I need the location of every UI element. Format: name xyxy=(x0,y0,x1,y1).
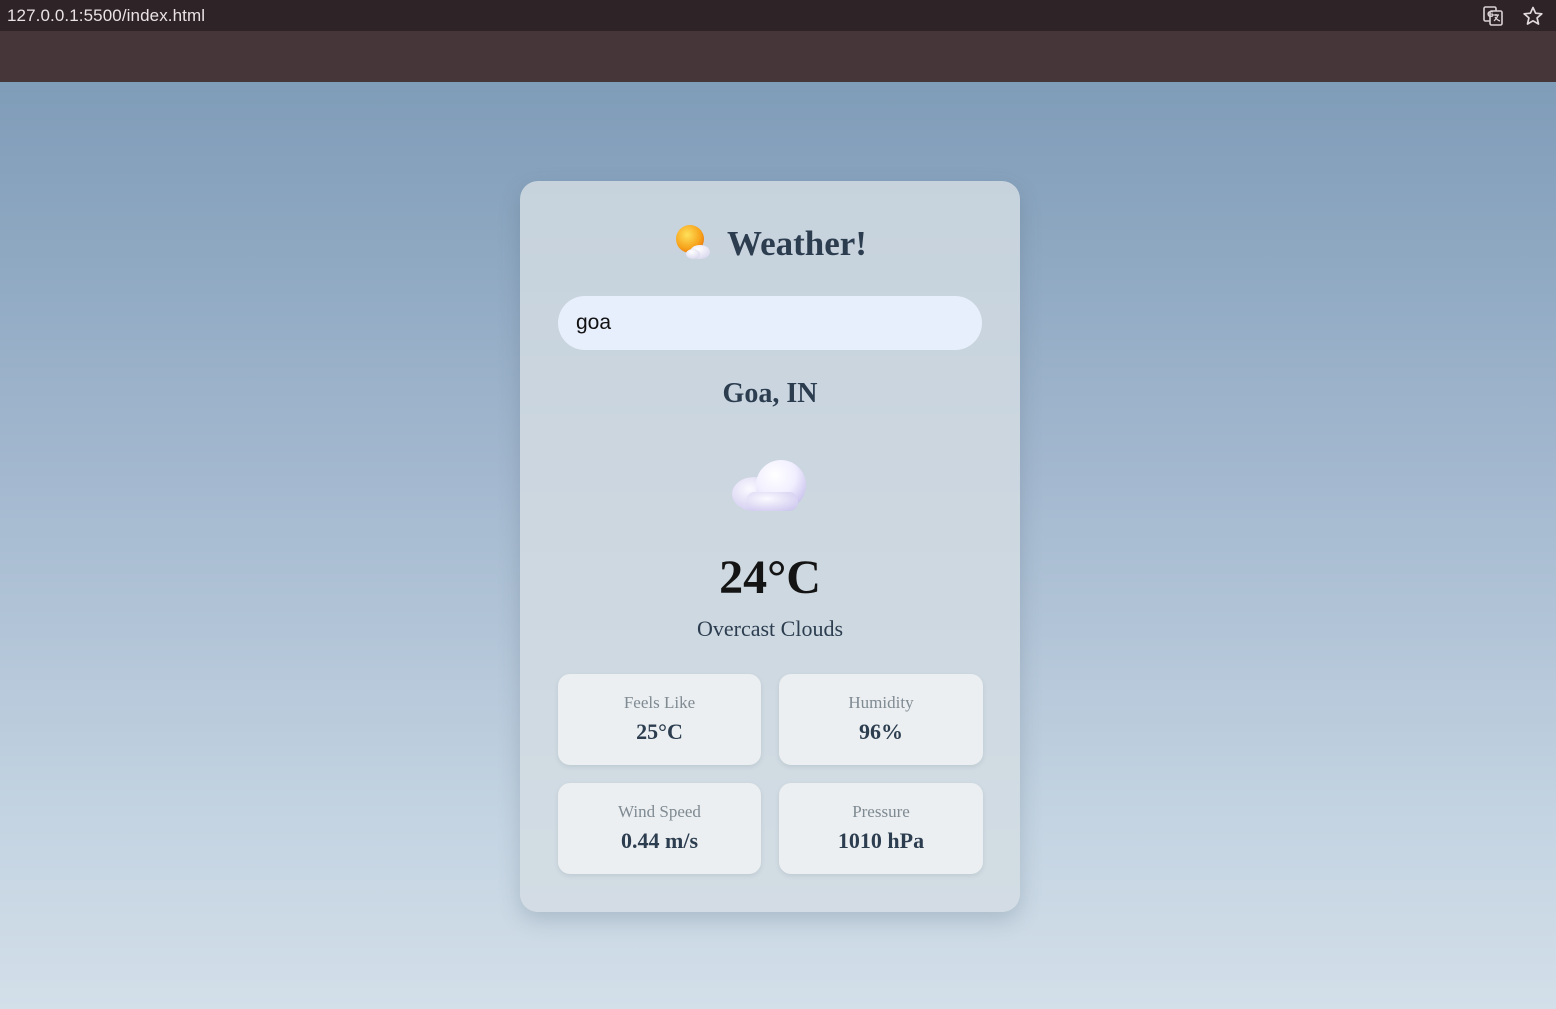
browser-toolbar xyxy=(0,31,1556,82)
humidity-card: Humidity 96% xyxy=(779,674,983,765)
url-text[interactable]: 127.0.0.1:5500/index.html xyxy=(7,6,205,26)
app-header: Weather! xyxy=(520,221,1020,267)
stat-label: Pressure xyxy=(852,802,910,821)
pressure-card: Pressure 1010 hPa xyxy=(779,783,983,874)
sun-behind-cloud-icon xyxy=(673,222,713,267)
temperature-value: 24°C xyxy=(719,551,821,604)
browser-actions: G xyxy=(1482,5,1544,27)
stat-value: 1010 hPa xyxy=(837,828,925,853)
stat-label: Wind Speed xyxy=(618,802,701,821)
stat-value: 96% xyxy=(859,719,903,744)
browser-address-bar: 127.0.0.1:5500/index.html G xyxy=(0,0,1556,31)
location-name: Goa, IN xyxy=(722,378,818,409)
page-viewport: Weather! Goa, IN xyxy=(0,82,1556,1009)
translate-icon[interactable]: G xyxy=(1482,5,1504,27)
feels-like-card: Feels Like 25°C xyxy=(558,674,761,765)
stat-value: 0.44 m/s xyxy=(621,828,698,853)
bookmark-star-icon[interactable] xyxy=(1522,5,1544,27)
stat-label: Humidity xyxy=(848,693,914,712)
weather-card: Weather! Goa, IN xyxy=(520,181,1020,912)
city-search-input[interactable] xyxy=(558,296,982,350)
stat-label: Feels Like xyxy=(623,693,696,712)
weather-description: Overcast Clouds xyxy=(696,616,844,641)
svg-text:G: G xyxy=(1487,10,1494,19)
wind-speed-card: Wind Speed 0.44 m/s xyxy=(558,783,761,874)
cloud-icon xyxy=(730,458,810,514)
app-title: Weather! xyxy=(727,224,867,263)
stat-value: 25°C xyxy=(636,719,683,744)
